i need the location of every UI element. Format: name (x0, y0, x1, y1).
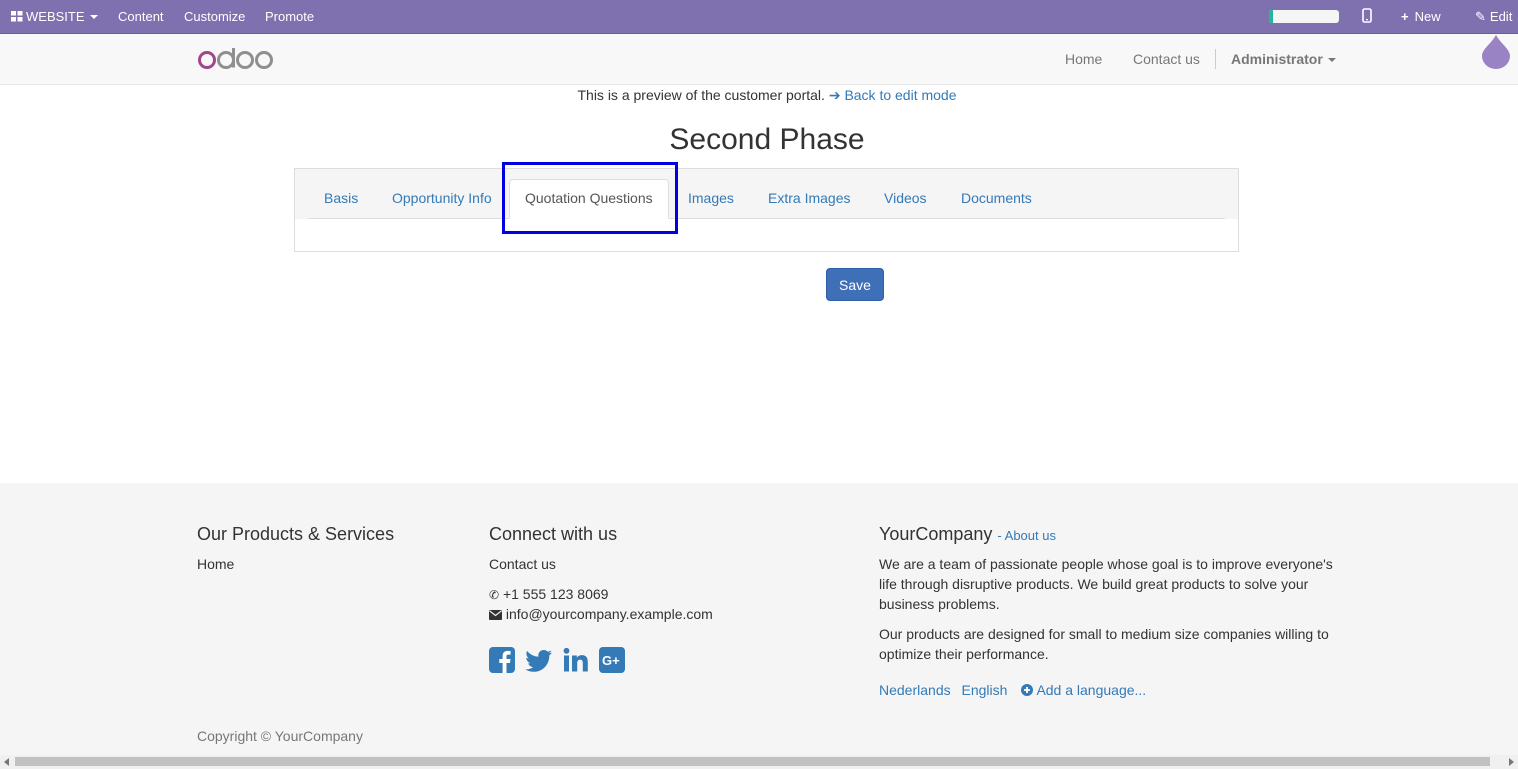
site-header: Home Contact us Administrator (0, 34, 1518, 85)
progress-fill (1269, 10, 1273, 23)
pencil-icon: ✎ (1475, 9, 1486, 24)
customize-menu[interactable]: Customize (184, 9, 245, 24)
footer-home-link[interactable]: Home (197, 554, 234, 574)
website-menu-label: WEBSITE (26, 9, 85, 24)
page-title: Second Phase (669, 123, 865, 156)
tab-underline (308, 218, 1225, 219)
footer-connect-heading: Connect with us (489, 524, 618, 544)
chevron-down-icon (1327, 58, 1336, 62)
about-us-link[interactable]: - About us (997, 528, 1056, 543)
site-footer: Our Products & Services Home Connect wit… (0, 483, 1518, 769)
social-links: G+ (489, 647, 631, 676)
google-plus-icon[interactable]: G+ (598, 647, 625, 676)
logo-image (198, 48, 273, 69)
horizontal-scrollbar[interactable] (0, 755, 1518, 769)
user-name: Administrator (1231, 51, 1323, 67)
scroll-thumb[interactable] (15, 757, 1490, 766)
svg-text:G+: G+ (602, 653, 620, 668)
tab-documents[interactable]: Documents (961, 190, 1032, 206)
edit-button[interactable]: ✎ Edit (1475, 9, 1512, 25)
apps-grid-icon (11, 11, 23, 22)
tab-basis[interactable]: Basis (324, 190, 358, 206)
tabs-panel: Basis Opportunity Info Quotation Questio… (294, 168, 1239, 252)
nav-contact[interactable]: Contact us (1133, 51, 1200, 67)
company-description: We are a team of passionate people whose… (879, 556, 1333, 612)
droplet-icon[interactable] (1481, 34, 1511, 70)
new-button[interactable]: + New (1401, 9, 1441, 24)
mobile-icon (1362, 8, 1372, 23)
website-menu[interactable]: WEBSITE (11, 9, 98, 24)
facebook-icon[interactable] (489, 647, 515, 676)
footer-contact-link[interactable]: Contact us (489, 554, 556, 574)
tab-opportunity-info[interactable]: Opportunity Info (392, 190, 492, 206)
user-menu[interactable]: Administrator (1231, 51, 1336, 67)
phone-number: +1 555 123 8069 (502, 586, 609, 602)
phone-icon: ✆ (489, 588, 500, 602)
preview-text: This is a preview of the customer portal… (577, 87, 825, 103)
back-to-edit-link[interactable]: ➔ Back to edit mode (829, 87, 957, 103)
save-button[interactable]: Save (826, 268, 884, 301)
plus-icon: + (1401, 9, 1409, 24)
tab-extra-images[interactable]: Extra Images (768, 190, 850, 206)
footer-email: info@yourcompany.example.com (489, 604, 713, 624)
odoo-logo[interactable] (198, 47, 274, 74)
email-address: info@yourcompany.example.com (505, 606, 713, 622)
footer-company-heading: YourCompany - About us (879, 524, 1056, 545)
arrow-right-icon: ➔ (828, 87, 841, 103)
nav-divider (1215, 49, 1216, 69)
admin-bar: WEBSITE Content Customize Promote + New ✎… (0, 0, 1518, 34)
edit-label: Edit (1489, 9, 1513, 24)
progress-bar (1269, 10, 1339, 23)
promote-menu[interactable]: Promote (265, 9, 314, 24)
tab-videos[interactable]: Videos (884, 190, 927, 206)
add-language-label: Add a language... (1036, 682, 1147, 698)
lang-english[interactable]: English (962, 682, 1008, 698)
add-language-link[interactable]: Add a language... (1021, 682, 1146, 698)
linkedin-icon[interactable] (563, 647, 589, 676)
tab-bar: Basis Opportunity Info Quotation Questio… (295, 169, 1238, 219)
preview-notice: This is a preview of the customer portal… (0, 87, 1518, 104)
twitter-icon[interactable] (525, 647, 553, 676)
language-selector: Nederlands English Add a language... (879, 680, 1146, 700)
scroll-right-arrow-icon[interactable] (1509, 758, 1514, 766)
scroll-left-arrow-icon[interactable] (4, 758, 9, 766)
content-menu[interactable]: Content (118, 9, 164, 24)
footer-products-heading: Our Products & Services (197, 524, 395, 544)
lang-nederlands[interactable]: Nederlands (879, 682, 951, 698)
new-label: New (1414, 9, 1441, 24)
back-link-label: Back to edit mode (844, 87, 957, 103)
company-target: Our products are designed for small to m… (879, 626, 1329, 662)
plus-circle-icon (1021, 684, 1034, 696)
company-name: YourCompany (879, 524, 993, 544)
tab-images[interactable]: Images (688, 190, 734, 206)
highlight-box (502, 162, 678, 234)
footer-phone: ✆ +1 555 123 8069 (489, 584, 608, 605)
mobile-preview-button[interactable] (1362, 8, 1372, 26)
envelope-icon (489, 610, 502, 620)
about-us-label: About us (1004, 528, 1056, 543)
chevron-down-icon (89, 15, 98, 19)
copyright: Copyright © YourCompany (197, 728, 363, 744)
nav-home[interactable]: Home (1065, 51, 1102, 67)
